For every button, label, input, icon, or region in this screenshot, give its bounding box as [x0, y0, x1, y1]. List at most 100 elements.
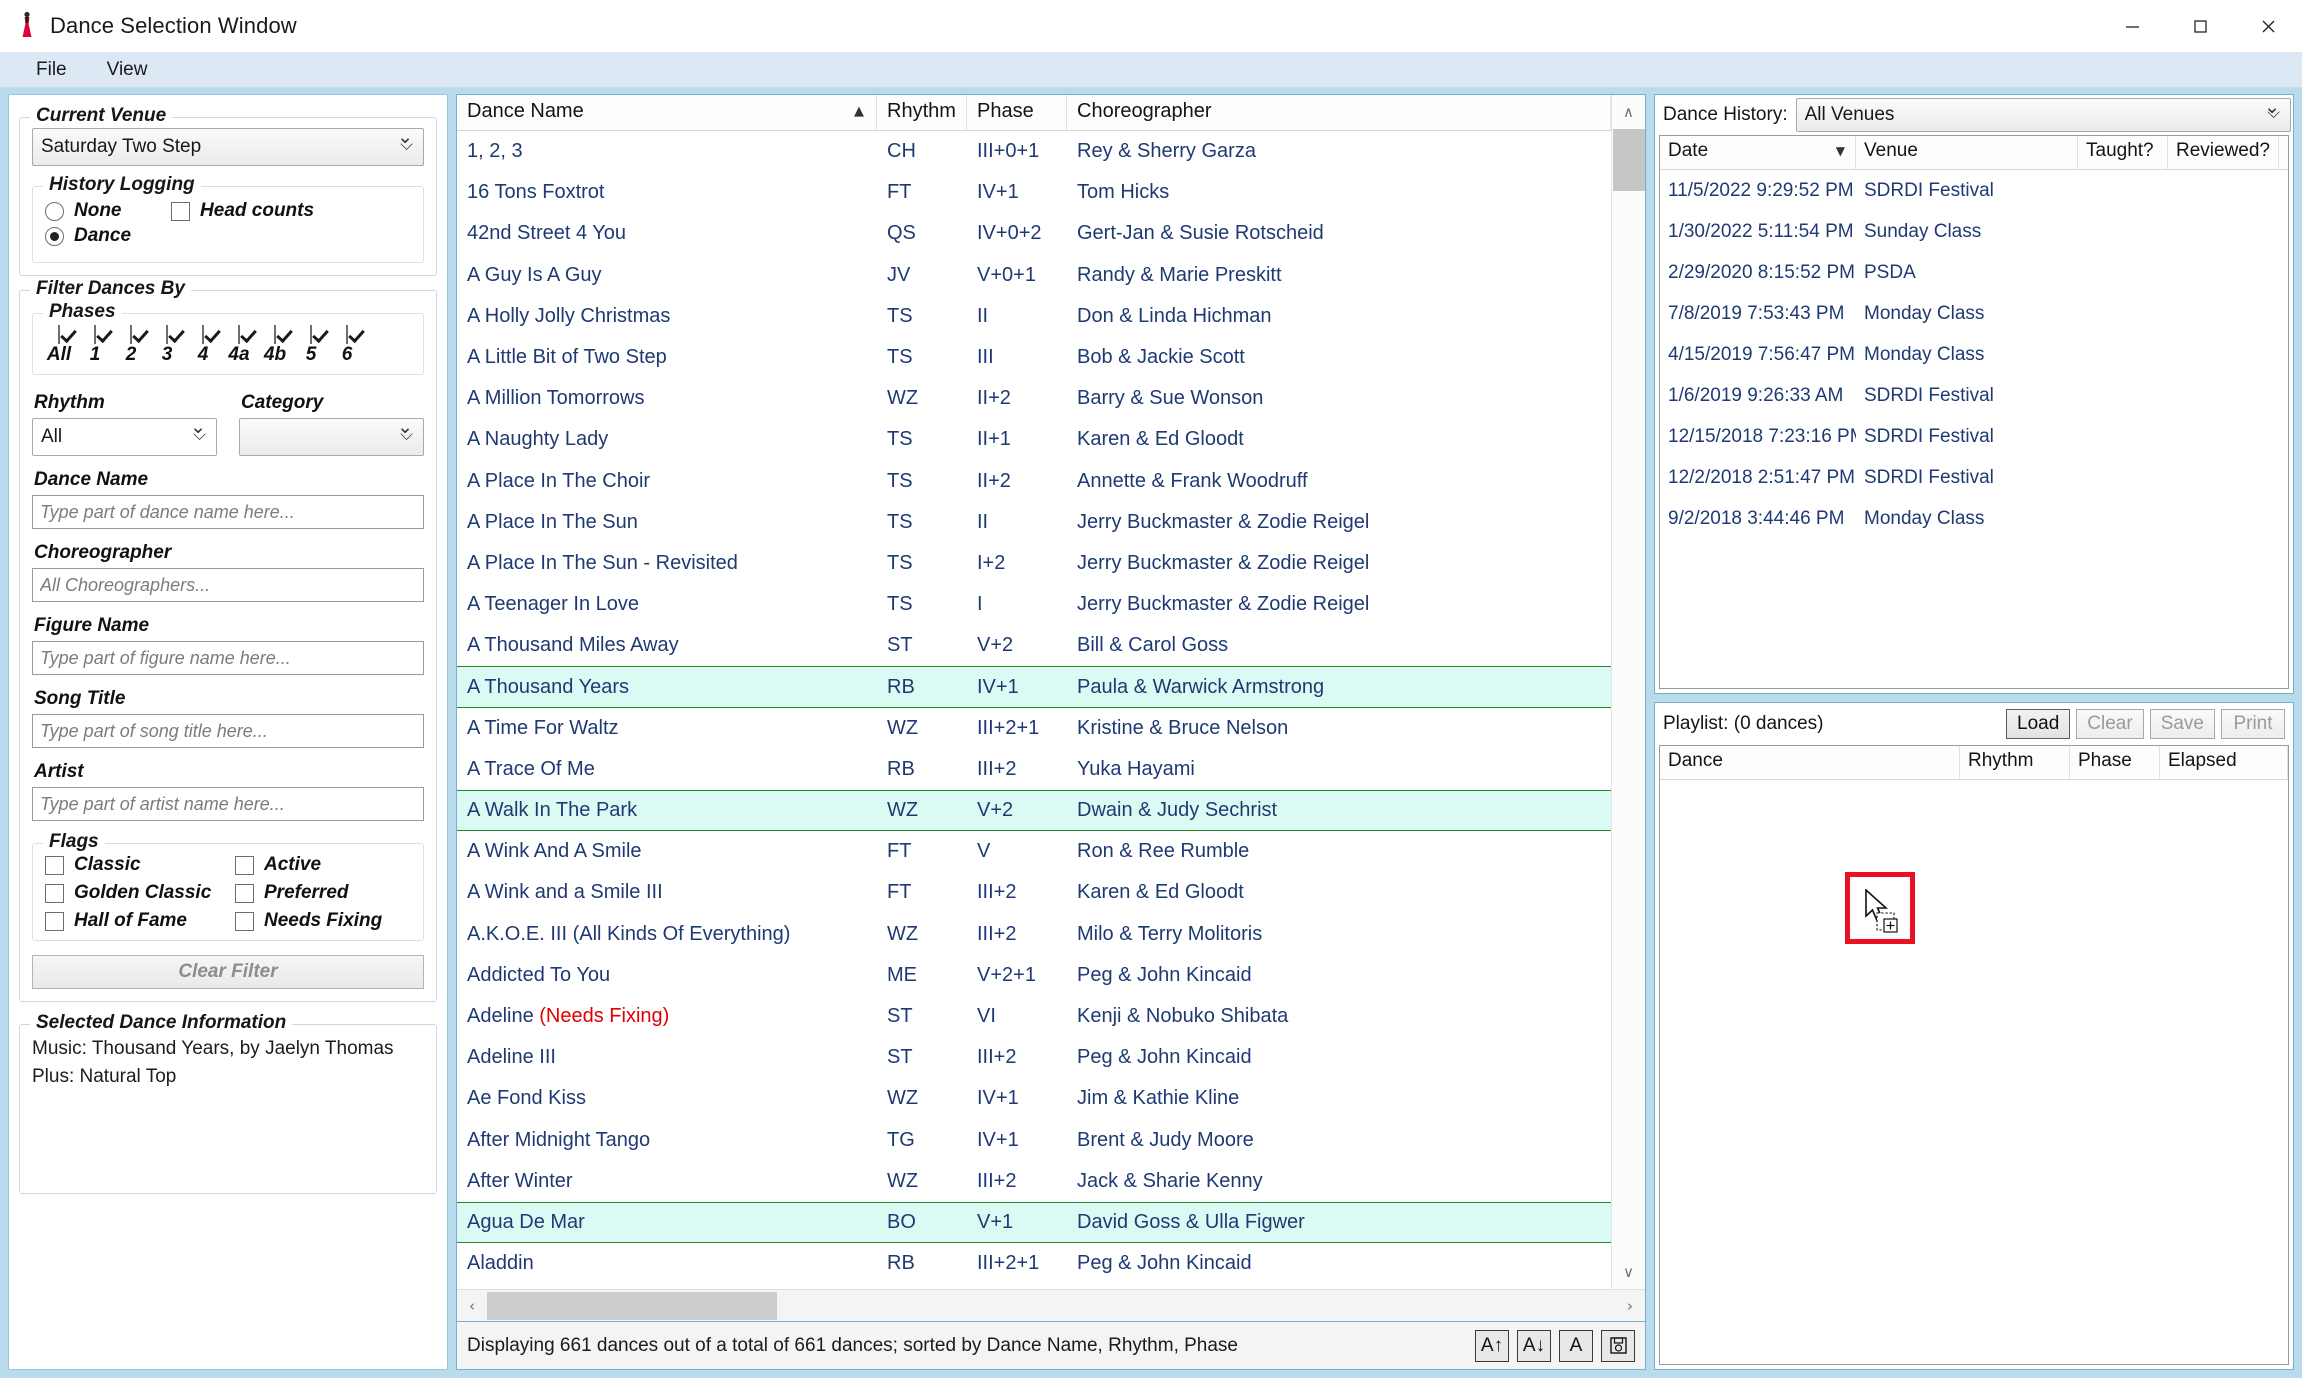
history-column-venue[interactable]: Venue [1856, 136, 2078, 169]
menu-view[interactable]: View [87, 55, 168, 85]
vertical-scroll-thumb[interactable] [1613, 129, 1645, 191]
table-row[interactable]: Adeline III ST III+2 Peg & John Kincaid [457, 1037, 1611, 1078]
table-row[interactable]: 42nd Street 4 You QS IV+0+2 Gert-Jan & Susi… [457, 213, 1611, 254]
column-header-choreographer[interactable]: Choreographer [1067, 95, 1611, 130]
playlist-column-dance[interactable]: Dance [1660, 746, 1960, 779]
flag-hall-of-fame[interactable]: Hall of Fame [45, 910, 235, 932]
phase-all[interactable]: All [41, 325, 77, 366]
dance-list-horizontal-scrollbar[interactable]: ‹ › [457, 1289, 1645, 1321]
table-row[interactable]: Adeline (Needs Fixing) ST VI Kenji & Nobuko… [457, 996, 1611, 1037]
table-row[interactable]: A Holly Jolly Christmas TS II Don & Linda H… [457, 296, 1611, 337]
table-row[interactable]: A Guy Is A Guy JV V+0+1 Randy & Marie Presk… [457, 255, 1611, 296]
history-row[interactable]: 9/2/2018 3:44:46 PM Monday Class [1660, 498, 2288, 539]
horizontal-scroll-thumb[interactable] [487, 1291, 777, 1320]
menu-file[interactable]: File [16, 55, 87, 85]
table-row[interactable]: A Place In The Sun - Revisited TS I+2 Jerry… [457, 543, 1611, 584]
category-select[interactable] [239, 418, 424, 456]
phase-4[interactable]: 4 [185, 325, 221, 366]
table-row[interactable]: A Little Bit of Two Step TS III Bob & Jacki… [457, 337, 1611, 378]
history-row[interactable]: 11/5/2022 9:29:52 PM SDRDI Festival [1660, 170, 2288, 211]
flag-golden-classic[interactable]: Golden Classic [45, 882, 235, 904]
history-row[interactable]: 1/6/2019 9:26:33 AM SDRDI Festival [1660, 375, 2288, 416]
scroll-right-icon[interactable]: › [1615, 1297, 1645, 1315]
playlist-print-button[interactable]: Print [2221, 709, 2285, 739]
table-row[interactable]: Aladdin RB III+2+1 Peg & John Kincaid [457, 1243, 1611, 1284]
table-row[interactable]: A Place In The Sun TS II Jerry Buckmaster &… [457, 502, 1611, 543]
history-row[interactable]: 2/29/2020 8:15:52 PM PSDA [1660, 252, 2288, 293]
history-row[interactable]: 7/8/2019 7:53:43 PM Monday Class [1660, 293, 2288, 334]
table-row[interactable]: After Midnight Tango TG IV+1 Brent & Judy M… [457, 1120, 1611, 1161]
venue-filter-select[interactable]: All Venues [1795, 98, 2291, 132]
table-row[interactable]: After Winter WZ III+2 Jack & Sharie Kenny [457, 1161, 1611, 1202]
table-row[interactable]: 1, 2, 3 CH III+0+1 Rey & Sherry Garza [457, 131, 1611, 172]
column-header-dance-name[interactable]: Dance Name ▲ [457, 95, 877, 130]
phase-4a[interactable]: 4a [221, 325, 257, 366]
dance-name-input[interactable] [32, 495, 424, 529]
playlist-list[interactable]: Dance Rhythm Phase Elapsed [1659, 745, 2289, 1365]
playlist-column-rhythm[interactable]: Rhythm [1960, 746, 2070, 779]
table-row[interactable]: A Walk In The Park WZ V+2 Dwain & Judy Sech… [457, 790, 1611, 832]
phase-4b[interactable]: 4b [257, 325, 293, 366]
font-reset-button[interactable]: A [1559, 1329, 1593, 1362]
close-button[interactable] [2234, 0, 2302, 52]
maximize-button[interactable] [2166, 0, 2234, 52]
phase-5[interactable]: 5 [293, 325, 329, 366]
table-row[interactable]: A.K.O.E. III (All Kinds Of Everything) WZ… [457, 914, 1611, 955]
table-row[interactable]: A Time For Waltz WZ III+2+1 Kristine & Bruc… [457, 708, 1611, 749]
figure-name-input[interactable] [32, 641, 424, 675]
phase-2[interactable]: 2 [113, 325, 149, 366]
clear-filter-button[interactable]: Clear Filter [32, 955, 424, 989]
scroll-left-icon[interactable]: ‹ [457, 1297, 487, 1315]
table-row[interactable]: A Thousand Miles Away ST V+2 Bill & Carol G… [457, 625, 1611, 666]
artist-input[interactable] [32, 787, 424, 821]
dance-list-vertical-scrollbar[interactable]: ∧ ∨ [1611, 95, 1645, 1289]
phase-3[interactable]: 3 [149, 325, 185, 366]
table-row[interactable]: A Wink and a Smile III FT III+2 Karen & Ed … [457, 872, 1611, 913]
column-header-phase[interactable]: Phase [967, 95, 1067, 130]
history-column-taught[interactable]: Taught? [2078, 136, 2168, 169]
playlist-column-elapsed[interactable]: Elapsed [2160, 746, 2288, 779]
minimize-button[interactable] [2098, 0, 2166, 52]
history-row[interactable]: 12/2/2018 2:51:47 PM SDRDI Festival [1660, 457, 2288, 498]
table-row[interactable]: A Teenager In Love TS I Jerry Buckmaster & … [457, 584, 1611, 625]
font-decrease-button[interactable]: A↓ [1517, 1329, 1551, 1362]
table-row[interactable]: Addicted To You ME V+2+1 Peg & John Kincaid [457, 955, 1611, 996]
choreographer-input[interactable] [32, 568, 424, 602]
playlist-save-button[interactable]: Save [2149, 709, 2215, 739]
table-row[interactable]: A Place In The Choir TS II+2 Annette & Fran… [457, 461, 1611, 502]
table-row[interactable]: A Naughty Lady TS II+1 Karen & Ed Gloodt [457, 419, 1611, 460]
song-title-input[interactable] [32, 714, 424, 748]
table-row[interactable]: Ae Fond Kiss WZ IV+1 Jim & Kathie Kline [457, 1078, 1611, 1119]
table-row[interactable]: Agua De Mar BO V+1 David Goss & Ulla Figwer [457, 1201, 1611, 1244]
rhythm-select[interactable]: All [32, 418, 217, 456]
scroll-down-icon[interactable]: ∨ [1612, 1255, 1646, 1289]
phase-6[interactable]: 6 [329, 325, 365, 366]
table-row[interactable]: A Million Tomorrows WZ II+2 Barry & Sue Won… [457, 378, 1611, 419]
table-row[interactable]: A Trace Of Me RB III+2 Yuka Hayami [457, 749, 1611, 790]
scroll-up-icon[interactable]: ∧ [1612, 95, 1646, 129]
playlist-column-phase[interactable]: Phase [2070, 746, 2160, 779]
table-row[interactable]: Alice Blue Gown IVWZIV+1Randy & Marie Pr… [457, 1284, 1611, 1289]
table-row[interactable]: A Wink And A Smile FT V Ron & Ree Rumble [457, 831, 1611, 872]
history-row[interactable]: 4/15/2019 7:56:47 PM Monday Class [1660, 334, 2288, 375]
current-venue-select[interactable]: Saturday Two Step [32, 128, 424, 166]
checkbox-head-counts[interactable]: Head counts [171, 200, 314, 222]
font-increase-button[interactable]: A↑ [1475, 1329, 1509, 1362]
column-header-rhythm[interactable]: Rhythm [877, 95, 967, 130]
playlist-clear-button[interactable]: Clear [2076, 709, 2144, 739]
table-row[interactable]: 16 Tons Foxtrot FT IV+1 Tom Hicks [457, 172, 1611, 213]
table-row[interactable]: A Thousand Years RB IV+1 Paula & Warwick Ar… [457, 666, 1611, 708]
playlist-load-button[interactable]: Load [2006, 709, 2071, 739]
flag-needs-fixing[interactable]: Needs Fixing [235, 910, 411, 932]
history-row[interactable]: 1/30/2022 5:11:54 PM Sunday Class [1660, 211, 2288, 252]
radio-dance[interactable]: Dance [45, 225, 131, 247]
flag-preferred[interactable]: Preferred [235, 882, 411, 904]
save-button[interactable] [1601, 1329, 1635, 1362]
radio-none[interactable]: None [45, 200, 131, 222]
history-column-reviewed[interactable]: Reviewed? [2168, 136, 2279, 169]
history-column-date[interactable]: Date ▼ [1660, 136, 1856, 169]
flag-classic[interactable]: Classic [45, 854, 235, 876]
flag-active[interactable]: Active [235, 854, 411, 876]
history-row[interactable]: 12/15/2018 7:23:16 PM SDRDI Festival [1660, 416, 2288, 457]
phase-1[interactable]: 1 [77, 325, 113, 366]
